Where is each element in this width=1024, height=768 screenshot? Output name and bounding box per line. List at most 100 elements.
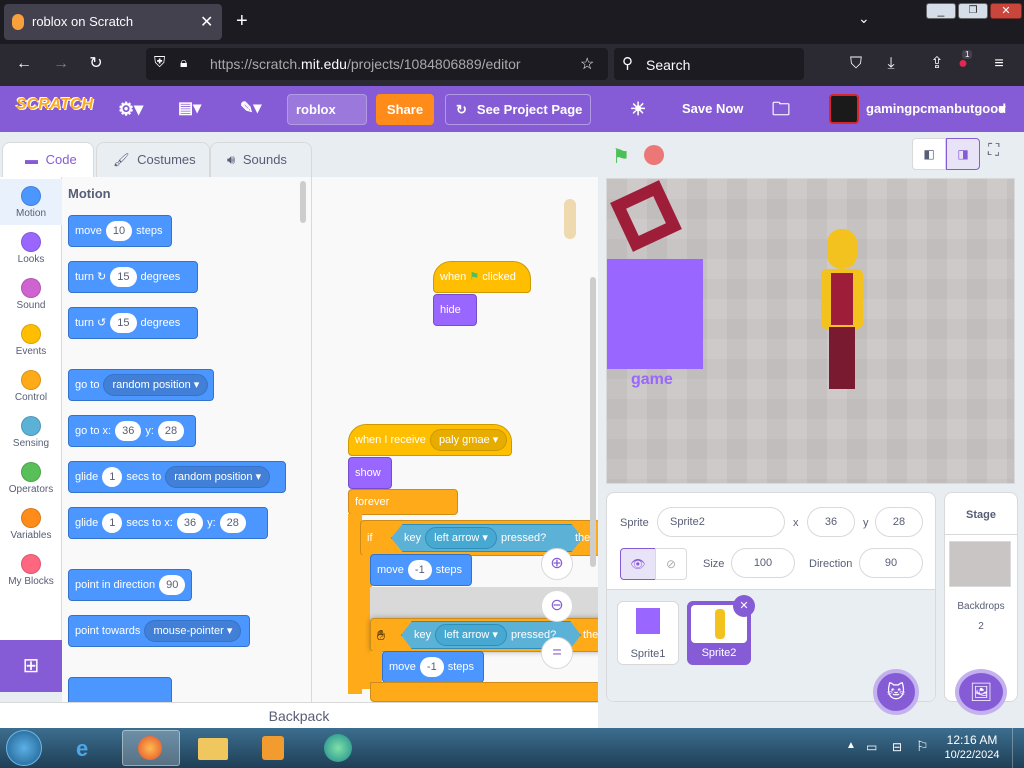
zoom-reset-button[interactable]: = (541, 637, 573, 669)
key-dropdown[interactable]: left arrow ▾ (425, 527, 497, 550)
username-label[interactable]: gamingpcmanbutgood (866, 94, 1006, 124)
code-workspace[interactable]: when ⚑ clicked hide when I receive paly g… (312, 177, 598, 702)
block-go-to-xy[interactable]: go to x: 36 y: 28 (68, 415, 196, 447)
page-info-icon[interactable]: ⛨ (154, 54, 165, 71)
steps-input[interactable]: -1 (419, 657, 444, 678)
reload-icon[interactable]: ↻ (85, 54, 107, 74)
x-input[interactable]: 36 (115, 421, 142, 442)
category-looks[interactable]: Looks (0, 225, 62, 271)
start-button-icon[interactable] (6, 730, 42, 766)
forward-icon[interactable]: → (50, 54, 72, 74)
pocket-icon[interactable]: ⛉ (845, 54, 867, 74)
green-flag-button[interactable]: ⚑ (612, 144, 630, 169)
degrees-input[interactable]: 15 (110, 267, 137, 288)
tab-sounds[interactable]: 🔊︎ Sounds (210, 142, 312, 178)
block-forever[interactable]: forever (348, 489, 458, 515)
media-player-icon[interactable] (262, 736, 284, 760)
browser-search-field[interactable]: ⚲ Search (614, 48, 804, 80)
add-extension-button[interactable]: ⊞ (0, 640, 62, 692)
restore-icon[interactable]: ❐ (958, 3, 988, 19)
block-glide-to[interactable]: glide 1 secs to random position ▾ (68, 461, 286, 493)
network-icon[interactable]: ⊟ (892, 740, 902, 754)
theme-lightbulb-icon[interactable]: ☀ (630, 94, 646, 124)
block-go-to[interactable]: go to random position ▾ (68, 369, 214, 401)
steps-input[interactable]: 10 (105, 221, 133, 242)
zoom-out-button[interactable]: ⊖ (541, 590, 573, 622)
delete-sprite-icon[interactable]: ✕ (733, 595, 755, 617)
url-field[interactable]: ⛨ 🔒︎ https://scratch.mit.edu/projects/10… (146, 48, 608, 80)
message-dropdown[interactable]: paly gmae ▾ (429, 429, 508, 452)
tracking-shield-icon[interactable]: ⇪ (926, 54, 948, 74)
block-hide[interactable]: hide (433, 294, 477, 326)
go-to-dropdown[interactable]: random position ▾ (103, 374, 209, 397)
block-when-flag-clicked[interactable]: when ⚑ clicked (433, 261, 531, 293)
new-tab-icon[interactable]: + (236, 10, 248, 33)
steps-input[interactable]: -1 (407, 560, 432, 581)
share-button[interactable]: Share (376, 94, 434, 125)
tab-costumes[interactable]: 🖌︎ Costumes (96, 142, 210, 178)
tab-code[interactable]: ▬ Code (2, 142, 94, 178)
stop-button[interactable] (644, 145, 664, 165)
clock-time[interactable]: 12:16 AM (944, 733, 1000, 747)
category-control[interactable]: Control (0, 363, 62, 409)
y-input[interactable]: 28 (219, 513, 246, 534)
lock-icon[interactable]: 🔒︎ (180, 54, 187, 71)
show-sprite-button[interactable]: 👁︎ (620, 548, 656, 580)
block-partial[interactable] (68, 677, 172, 702)
fullscreen-icon[interactable]: ⛶ (988, 142, 999, 160)
settings-gear-icon[interactable]: ⚙▾ (118, 94, 143, 124)
block-when-i-receive[interactable]: when I receive paly gmae ▾ (348, 424, 512, 456)
sprite-name-field[interactable]: Sprite2 (657, 507, 785, 537)
y-field[interactable]: 28 (875, 507, 923, 537)
palette-scrollbar[interactable] (300, 181, 306, 223)
tray-device-icon[interactable]: ▭ (866, 740, 877, 754)
block-point-direction[interactable]: point in direction 90 (68, 569, 192, 601)
file-explorer-icon[interactable] (198, 738, 228, 760)
app-menu-icon[interactable]: ≡ (988, 54, 1010, 74)
see-project-page-button[interactable]: ↻ See Project Page (445, 94, 591, 125)
backpack-header[interactable]: Backpack (0, 702, 598, 728)
save-now-button[interactable]: Save Now (682, 94, 743, 124)
glide-dropdown[interactable]: random position ▾ (165, 466, 271, 489)
app-icon[interactable] (324, 734, 352, 762)
downloads-icon[interactable]: ⤓ (880, 54, 902, 74)
block-show[interactable]: show (348, 457, 392, 489)
category-sensing[interactable]: Sensing (0, 409, 62, 455)
size-field[interactable]: 100 (731, 548, 795, 578)
minimize-icon[interactable]: _ (926, 3, 956, 19)
show-hidden-icons[interactable]: ▲ (846, 740, 856, 751)
stage-canvas[interactable]: game (606, 178, 1015, 484)
x-field[interactable]: 36 (807, 507, 855, 537)
zoom-in-button[interactable]: ⊕ (541, 548, 573, 580)
scratch-logo[interactable]: SCRATCH (16, 96, 93, 114)
large-stage-button[interactable]: ◨ (946, 138, 980, 170)
list-tabs-icon[interactable]: ⌄ (858, 10, 870, 27)
my-stuff-folder-icon[interactable]: 🗀 (772, 94, 790, 124)
back-icon[interactable]: ← (13, 54, 35, 74)
direction-input[interactable]: 90 (159, 575, 186, 596)
account-chevron-down-icon[interactable]: ▾ (999, 94, 1006, 124)
add-backdrop-button[interactable]: 🖼︎ (955, 669, 1007, 715)
hide-sprite-button[interactable]: ⊘ (655, 548, 687, 580)
tab-close-icon[interactable]: ✕ (200, 12, 213, 32)
small-stage-button[interactable]: ◧ (912, 138, 946, 170)
point-towards-dropdown[interactable]: mouse-pointer ▾ (144, 620, 242, 643)
project-title-field[interactable]: roblox (287, 94, 367, 125)
category-variables[interactable]: Variables (0, 501, 62, 547)
browser-tab[interactable]: roblox on Scratch ✕ (4, 4, 222, 40)
category-operators[interactable]: Operators (0, 455, 62, 501)
close-window-icon[interactable]: ✕ (990, 3, 1022, 19)
category-sound[interactable]: Sound (0, 271, 62, 317)
file-menu-icon[interactable]: ▤▾ (178, 94, 201, 124)
block-turn-right[interactable]: turn ↻ 15 degrees (68, 261, 198, 293)
category-my-blocks[interactable]: My Blocks (0, 547, 62, 593)
category-events[interactable]: Events (0, 317, 62, 363)
user-avatar[interactable] (829, 94, 859, 124)
y-input[interactable]: 28 (157, 421, 185, 442)
block-move-steps[interactable]: move 10 steps (68, 215, 172, 247)
bookmark-star-icon[interactable]: ☆ (580, 54, 594, 74)
category-motion[interactable]: Motion (0, 179, 62, 225)
sprite-tile-sprite1[interactable]: Sprite1 (617, 601, 679, 665)
clock-date[interactable]: 10/22/2024 (940, 749, 1004, 761)
stage-selector-pane[interactable]: Stage Backdrops 2 🖼︎ (944, 492, 1018, 715)
